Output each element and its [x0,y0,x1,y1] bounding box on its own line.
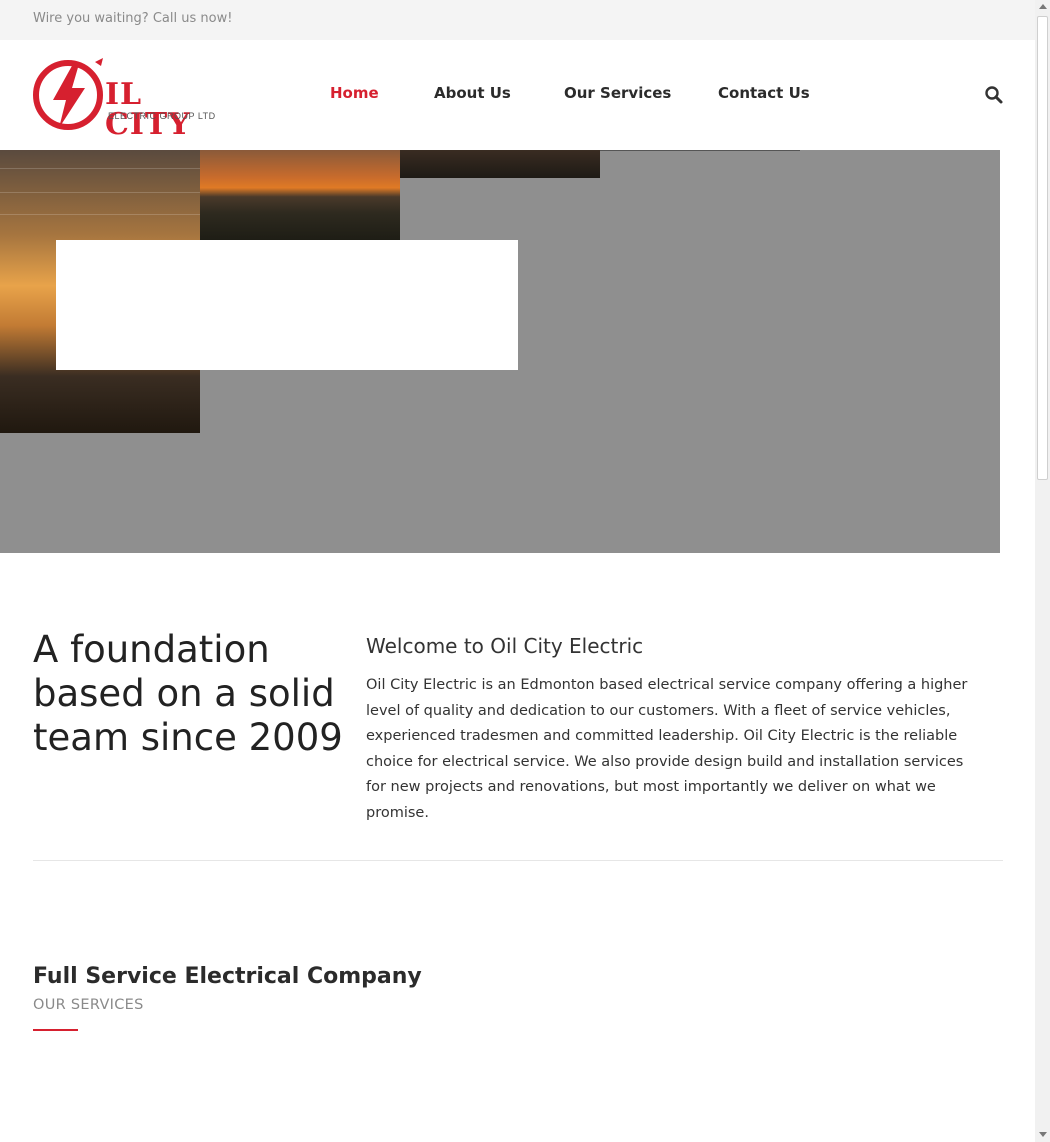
site-header: IL CITY ELECTRIC GROUP LTD Home About Us… [0,40,1035,150]
search-icon [985,86,1003,104]
section-divider [33,860,1003,861]
scroll-up-arrow-icon[interactable] [1039,4,1047,9]
nav-about-us[interactable]: About Us [434,84,511,102]
nav-our-services[interactable]: Our Services [564,84,671,102]
foundation-headline: A foundation based on a solid team since… [33,628,343,759]
hero-tile-dark-field [400,150,600,178]
page: Wire you waiting? Call us now! IL CITY E… [0,0,1035,1142]
scroll-down-arrow-icon[interactable] [1039,1132,1047,1137]
hero-tile-edge [600,150,800,151]
hero-caption-card [56,240,518,370]
logo-tagline: ELECTRIC GROUP LTD [108,111,216,121]
services-accent-rule [33,1029,78,1031]
hero-tile-field-sunset [200,150,400,240]
top-bar: Wire you waiting? Call us now! [0,0,1035,40]
top-bar-message: Wire you waiting? Call us now! [33,11,233,26]
page-scrollbar[interactable] [1035,0,1050,1142]
welcome-body: Oil City Electric is an Edmonton based e… [366,677,968,821]
hero-slider: s. [0,150,1000,553]
nav-contact-us[interactable]: Contact Us [718,84,810,102]
site-logo[interactable]: IL CITY ELECTRIC GROUP LTD [33,54,233,140]
services-subtitle: OUR SERVICES [33,997,144,1013]
search-button[interactable] [984,85,1004,105]
services-title: Full Service Electrical Company [33,964,422,989]
scrollbar-thumb[interactable] [1037,16,1048,480]
welcome-title: Welcome to Oil City Electric [366,634,644,658]
logo-wordmark: IL CITY [105,77,191,142]
nav-home[interactable]: Home [330,84,379,102]
